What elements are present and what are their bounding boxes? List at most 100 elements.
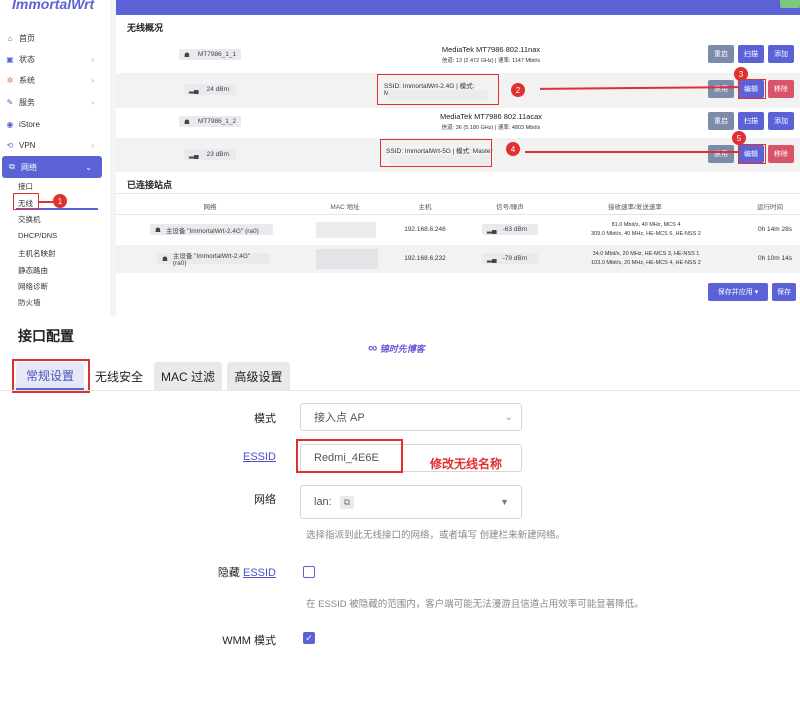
chevron-right-icon: › <box>91 75 94 85</box>
subitem-dhcp-dns[interactable]: DHCP/DNS <box>18 231 57 240</box>
brand-logo: ImmortalWrt <box>12 0 95 12</box>
divider <box>116 193 800 194</box>
essid-annotation: 修改无线名称 <box>430 457 503 471</box>
hidden-essid-label: 隐藏 ESSID <box>217 567 276 579</box>
mode-select[interactable]: 接入点 AP ⌄ <box>300 403 522 431</box>
chevron-right-icon: › <box>91 54 94 64</box>
radio-chip-name: MediaTek MT7986 802.11nax <box>441 45 541 54</box>
signal-bars-icon: ▂▄ <box>189 151 199 159</box>
sidebar-item-label: 状态 <box>19 54 35 64</box>
home-icon: ⌂ <box>7 33 13 43</box>
table-row: ☗ 主设备 "ImmortalWrt-2.4G" (ra0) 192.168.6… <box>116 216 800 244</box>
sidebar-item-services[interactable]: ✎ 服务 › <box>0 91 104 113</box>
scan-button[interactable]: 扫描 <box>738 112 764 130</box>
subitem-diagnostics[interactable]: 网络诊断 <box>18 281 48 292</box>
sidebar-item-label: 首页 <box>19 33 35 43</box>
sidebar-item-istore[interactable]: ◉ iStore <box>0 113 104 135</box>
col-header-rate: 接收速率/发送速率 <box>608 204 662 211</box>
status-icon: ▣ <box>6 54 14 64</box>
radio-row: ☗ MT7986_1_1 MediaTek MT7986 802.11nax 信… <box>116 42 800 67</box>
sidebar-item-system[interactable]: ✲ 系统 › <box>0 69 104 91</box>
host-cell: 192.168.6.232 <box>404 255 446 262</box>
signal-bars-icon: ▂▄ <box>487 226 497 234</box>
divider <box>116 214 800 215</box>
header-button[interactable] <box>780 0 800 8</box>
network-icon: ⧉ <box>9 162 15 171</box>
network-select[interactable]: lan: ⧉ ▼ <box>300 485 522 519</box>
sidebar-item-label: iStore <box>19 119 40 129</box>
subitem-switch[interactable]: 交换机 <box>18 214 41 225</box>
services-icon: ✎ <box>6 97 14 107</box>
vpn-icon: ⟲ <box>6 140 14 150</box>
radio-icon: ☗ <box>162 255 168 263</box>
save-button[interactable]: 保存 <box>772 283 796 301</box>
disable-button[interactable]: 禁用 <box>708 80 734 98</box>
tab-wireless-security[interactable]: 无线安全 <box>88 362 150 390</box>
radio-icon: ☗ <box>184 118 190 126</box>
network-hint: 选择指派到此无线接口的网络，或者填写 创建栏来新建网络。 <box>306 530 566 541</box>
top-header-bar <box>116 0 800 15</box>
highlight-box-wireless <box>13 193 39 210</box>
network-chip: ☗ 主设备 "ImmortalWrt-2.4G" (ra0) <box>150 224 273 235</box>
tab-advanced[interactable]: 高级设置 <box>227 362 290 390</box>
chevron-down-icon: ⌄ <box>504 411 513 423</box>
add-button[interactable]: 添加 <box>768 112 794 130</box>
step-badge: 5 <box>732 131 746 145</box>
subitem-interfaces[interactable]: 接口 <box>18 181 33 192</box>
subitem-hostnames[interactable]: 主机名映射 <box>18 248 56 259</box>
scan-button[interactable]: 扫描 <box>738 45 764 63</box>
signal-chip: ▂▄ -79 dBm <box>482 253 538 264</box>
network-label: 网络 <box>254 494 276 506</box>
mode-label: 模式 <box>254 413 276 425</box>
wmm-label: WMM 模式 <box>222 635 276 647</box>
network-chip: ☗ 主设备 "ImmortalWrt-2.4G" (ra0) <box>157 253 270 267</box>
uptime-cell: 0h 10m 14s <box>758 255 792 262</box>
signal-chip: ▂▄ -63 dBm <box>482 224 538 235</box>
save-apply-button[interactable]: 保存并应用 ▾ <box>708 283 768 301</box>
radio-chip-name: MediaTek MT7986 802.11acax <box>439 112 542 121</box>
radio-channel-info: 信道: 36 (5.180 GHz) | 速率: 4803 Mbit/s <box>441 125 541 131</box>
section-title-wireless: 无线概况 <box>127 23 164 33</box>
restart-button[interactable]: 重启 <box>708 45 734 63</box>
radio-icon: ☗ <box>184 51 190 59</box>
sidebar-item-network[interactable]: ⧉ 网络 ⌄ <box>2 156 102 178</box>
highlight-box-essid <box>296 439 403 473</box>
highlight-box-ssid <box>377 74 499 105</box>
step-badge: 1 <box>53 194 67 208</box>
col-header-host: 主机 <box>418 204 432 211</box>
signal-chip: ▂▄ 24 dBm <box>184 84 236 95</box>
redacted-mac <box>316 249 378 269</box>
radio-device-chip: ☗ MT7986_1_2 <box>179 116 241 127</box>
watermark-icon: ∞ <box>368 340 378 355</box>
sidebar-item-home[interactable]: ⌂ 首页 <box>0 27 104 49</box>
table-row: ☗ 主设备 "ImmortalWrt-2.4G" (ra0) 192.168.6… <box>116 245 800 273</box>
col-header-mac: MAC 地址 <box>330 204 360 211</box>
divider <box>0 390 800 391</box>
signal-chip: ▂▄ 23 dBm <box>184 149 236 160</box>
sidebar-item-label: 网络 <box>21 162 37 172</box>
wmm-checkbox[interactable]: ✓ <box>303 632 315 644</box>
disable-button[interactable]: 禁用 <box>708 145 734 163</box>
add-button[interactable]: 添加 <box>768 45 794 63</box>
network-icon: ⧉ <box>339 495 355 509</box>
restart-button[interactable]: 重启 <box>708 112 734 130</box>
uptime-cell: 0h 14m 28s <box>758 226 792 233</box>
chevron-down-icon: ⌄ <box>85 162 92 172</box>
sidebar-item-label: 服务 <box>19 97 35 107</box>
subitem-firewall[interactable]: 防火墙 <box>18 297 41 308</box>
tab-mac-filter[interactable]: MAC 过滤 <box>154 362 222 390</box>
sidebar-item-status[interactable]: ▣ 状态 › <box>0 48 104 70</box>
dropdown-arrow-icon: ▼ <box>500 497 509 507</box>
remove-button[interactable]: 移除 <box>768 145 794 163</box>
radio-channel-info: 信道: 13 (2.472 GHz) | 速率: 1147 Mbit/s <box>441 58 541 64</box>
subitem-static-routes[interactable]: 静态路由 <box>18 265 48 276</box>
annotation-arrow <box>525 151 738 153</box>
remove-button[interactable]: 移除 <box>768 80 794 98</box>
host-cell: 192.168.6.246 <box>404 226 446 233</box>
sidebar-item-vpn[interactable]: ⟲ VPN › <box>0 134 104 156</box>
hidden-essid-hint: 在 ESSID 被隐藏的范围内，客户端可能无法漫游且信道占用效率可能显著降低。 <box>306 599 644 610</box>
col-header-network: 网络 <box>203 204 217 211</box>
section-title-stations: 已连接站点 <box>127 180 173 190</box>
hidden-essid-checkbox[interactable] <box>303 566 315 578</box>
sidebar-item-label: 系统 <box>19 75 35 85</box>
